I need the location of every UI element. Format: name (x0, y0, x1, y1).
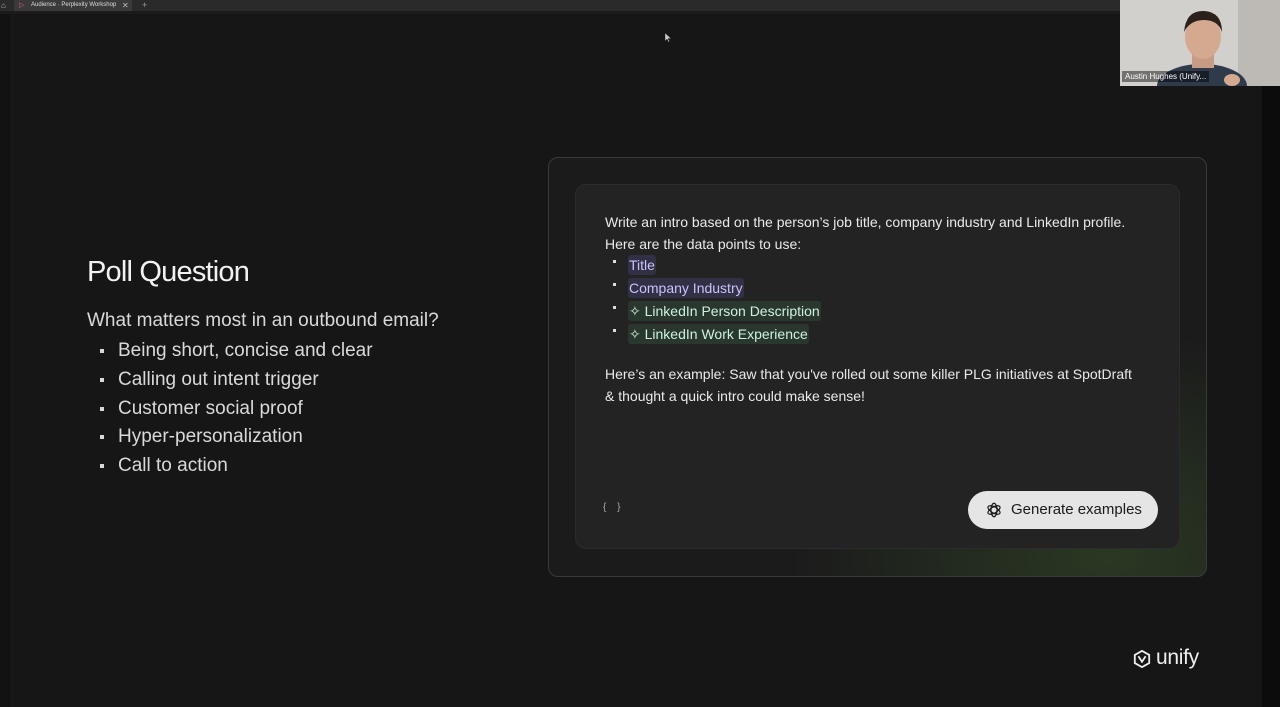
data-point-item: ✧ LinkedIn Person Description (613, 301, 821, 324)
tab-title: Audience · Perplexity Workshop (31, 2, 117, 8)
new-tab-button[interactable]: + (142, 0, 147, 11)
bullet-icon (613, 306, 616, 309)
poll-title: Poll Question (87, 256, 250, 288)
browser-tab[interactable]: ▷ Audience · Perplexity Workshop ✕ (14, 0, 132, 11)
bullet-icon (100, 464, 104, 469)
openai-icon (987, 502, 1001, 518)
generate-examples-label: Generate examples (1011, 501, 1142, 518)
data-point-chip-company-industry[interactable]: Company Industry (628, 278, 744, 298)
poll-option: Calling out intent trigger (100, 369, 373, 398)
poll-option-label: Call to action (118, 455, 228, 477)
mouse-cursor-icon (665, 33, 671, 42)
data-point-chip-linkedin-description[interactable]: ✧ LinkedIn Person Description (628, 301, 821, 321)
data-point-item: ✧ LinkedIn Work Experience (613, 324, 821, 347)
data-point-chip-title[interactable]: Title (628, 255, 656, 275)
bullet-icon (100, 349, 104, 353)
poll-option-label: Being short, concise and clear (118, 340, 373, 361)
poll-option-label: Hyper-personalization (118, 426, 303, 448)
variable-braces-icon[interactable]: { } (603, 502, 624, 513)
poll-option-label: Customer social proof (118, 397, 303, 419)
bullet-icon (613, 283, 616, 286)
prompt-intro-text: Write an intro based on the person’s job… (605, 214, 1126, 252)
browser-tab-strip: ⌂ ▷ Audience · Perplexity Workshop ✕ + (0, 0, 1120, 11)
slide-edge (1262, 86, 1280, 707)
bullet-icon (100, 406, 104, 411)
data-points-list: Title Company Industry ✧ LinkedIn Person… (613, 255, 821, 347)
unify-logo-icon (1133, 650, 1151, 668)
bullet-icon (613, 329, 616, 332)
participant-name: Austin Hughes (Unify... (1122, 71, 1210, 82)
poll-option: Call to action (100, 455, 373, 484)
webcam-tile: Austin Hughes (Unify... (1120, 0, 1280, 86)
data-point-item: Title (613, 255, 821, 278)
poll-options-list: Being short, concise and clear Calling o… (100, 340, 373, 484)
poll-option: Customer social proof (100, 398, 373, 427)
data-point-item: Company Industry (613, 278, 821, 301)
poll-option-label: Calling out intent trigger (118, 368, 319, 390)
play-icon: ▷ (19, 2, 25, 9)
poll-option: Hyper-personalization (100, 426, 373, 455)
poll-option: Being short, concise and clear (100, 340, 373, 369)
close-tab-icon[interactable]: ✕ (122, 0, 129, 11)
data-point-chip-linkedin-experience[interactable]: ✧ LinkedIn Work Experience (628, 324, 809, 344)
brand-name: unify (1156, 646, 1199, 669)
bullet-icon (100, 377, 104, 382)
prompt-example-text: Here’s an example: Saw that you've rolle… (605, 366, 1132, 404)
poll-question: What matters most in an outbound email? (87, 310, 439, 331)
bullet-icon (613, 260, 616, 263)
home-icon[interactable]: ⌂ (1, 0, 6, 11)
generate-examples-button[interactable]: Generate examples (968, 491, 1158, 529)
bullet-icon (100, 435, 104, 440)
